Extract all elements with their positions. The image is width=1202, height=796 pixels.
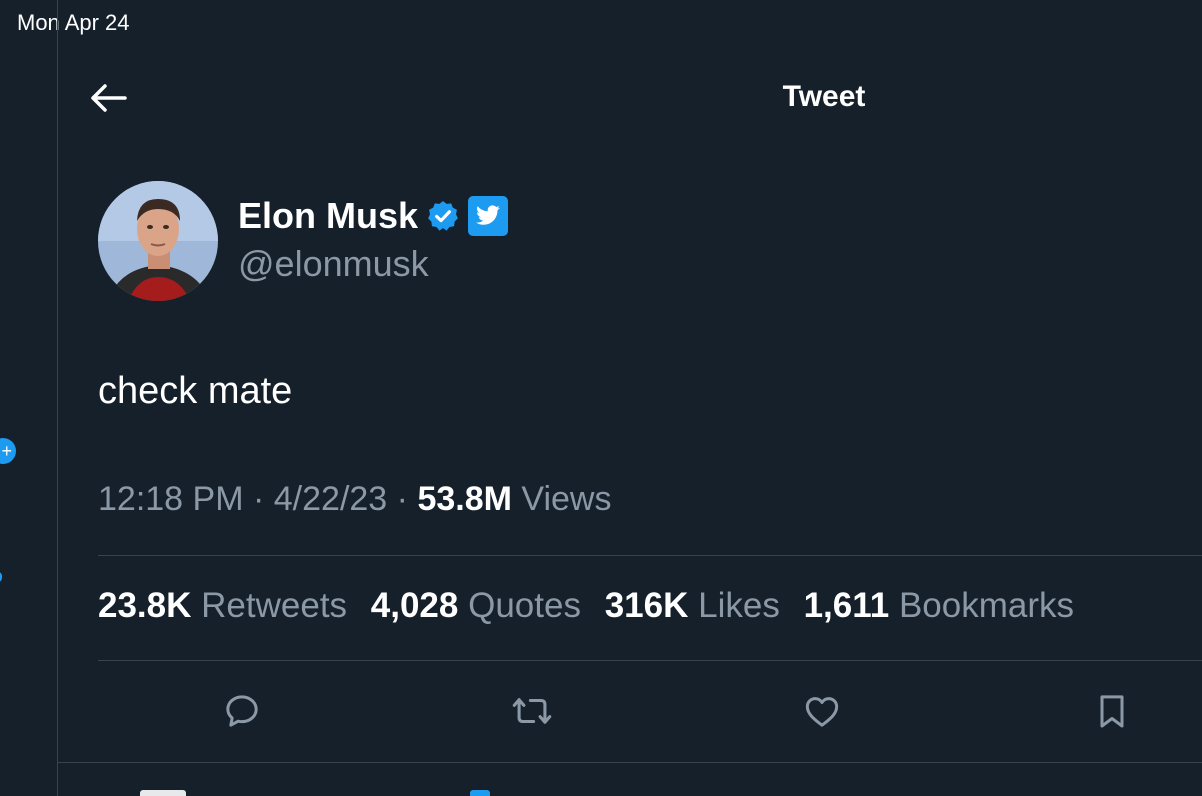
tweet-detail-screen: Mon Apr 24 + Tweet Elon Musk @elonmusk c… (0, 0, 1202, 796)
reply-icon (226, 695, 258, 727)
retweets-count: 23.8K (98, 586, 192, 625)
reply-button[interactable] (220, 689, 264, 733)
meta-separator: · (396, 480, 408, 518)
quotes-stat[interactable]: 4,028 Quotes (371, 586, 581, 625)
likes-stat[interactable]: 316K Likes (605, 586, 780, 625)
twitter-affiliate-badge-icon[interactable] (468, 196, 509, 236)
like-button[interactable] (800, 689, 844, 733)
likes-label: Likes (698, 586, 780, 625)
verified-badge-icon (426, 199, 460, 233)
views-count: 53.8M (417, 480, 512, 518)
tweet-time[interactable]: 12:18 PM (98, 480, 244, 518)
back-arrow-icon (91, 84, 127, 112)
divider (57, 762, 1202, 763)
retweet-button[interactable] (510, 689, 554, 733)
retweets-stat[interactable]: 23.8K Retweets (98, 586, 347, 625)
author-handle[interactable]: @elonmusk (238, 243, 429, 285)
left-sidebar-rail: + (0, 0, 58, 796)
next-item-peek (140, 790, 186, 796)
author-avatar[interactable] (98, 181, 218, 301)
tweet-text: check mate (98, 370, 293, 412)
retweets-label: Retweets (201, 586, 348, 625)
bookmarks-stat[interactable]: 1,611 Bookmarks (804, 586, 1074, 625)
notification-dot (0, 572, 2, 582)
views-label: Views (521, 480, 612, 518)
tweet-date[interactable]: 4/22/23 (274, 480, 387, 518)
quotes-count: 4,028 (370, 586, 459, 625)
author-name-row[interactable]: Elon Musk (238, 195, 509, 237)
avatar-image (98, 181, 218, 301)
compose-tweet-button[interactable]: + (0, 438, 16, 464)
divider (98, 555, 1202, 556)
tweet-stats: 23.8K Retweets 4,028 Quotes 316K Likes 1… (98, 586, 1088, 626)
bookmarks-count: 1,611 (803, 586, 890, 625)
likes-count: 316K (604, 586, 689, 625)
quotes-label: Quotes (468, 586, 581, 625)
tweet-metadata: 12:18 PM · 4/22/23 · 53.8M Views (98, 480, 612, 519)
bookmark-button[interactable] (1090, 689, 1134, 733)
like-icon (805, 697, 839, 727)
back-button[interactable] (86, 78, 130, 118)
bookmarks-label: Bookmarks (898, 586, 1075, 625)
page-title: Tweet (782, 80, 866, 113)
divider (98, 660, 1202, 661)
next-item-peek (470, 790, 490, 796)
bookmark-icon (1100, 695, 1124, 728)
retweet-icon (512, 698, 552, 724)
author-name[interactable]: Elon Musk (238, 195, 418, 237)
twitter-bird-icon (476, 205, 500, 225)
meta-separator: · (252, 480, 265, 518)
